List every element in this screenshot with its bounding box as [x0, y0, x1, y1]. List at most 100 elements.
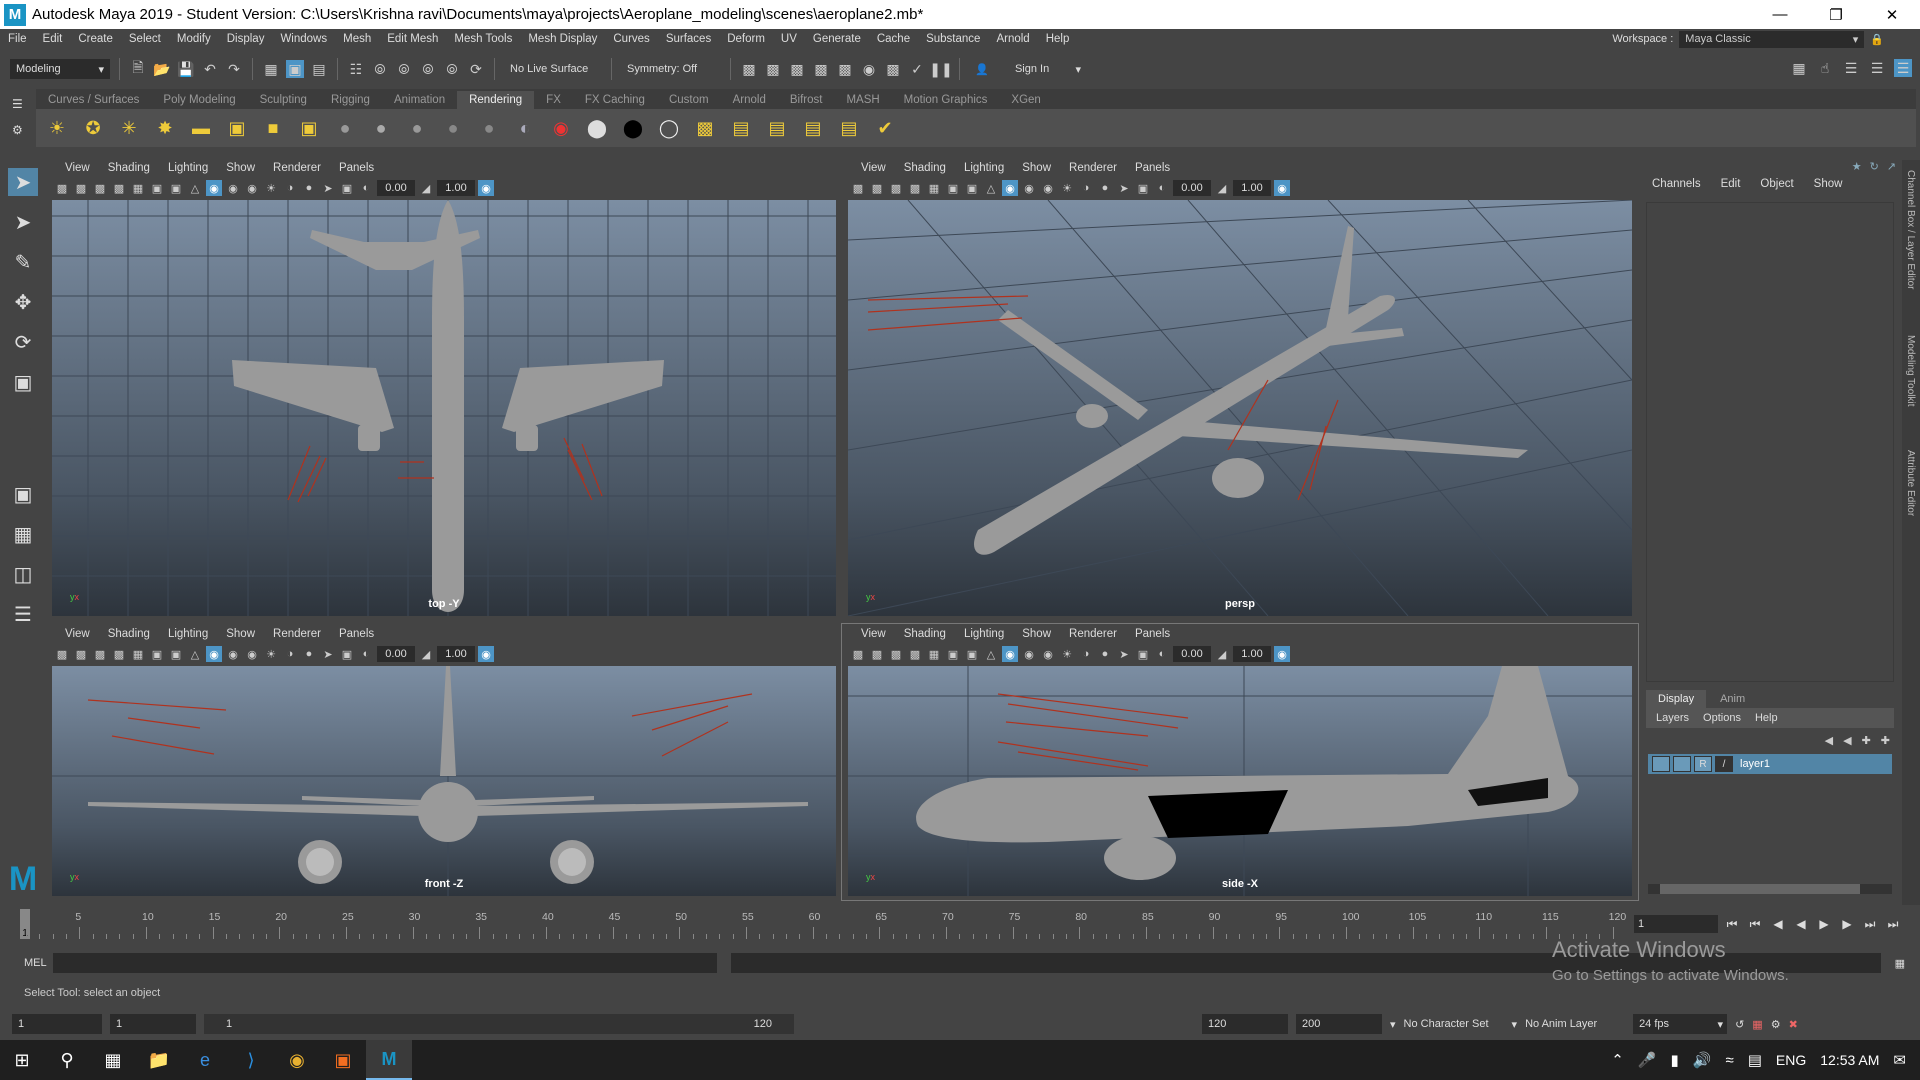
gamma-field[interactable]: 1.00: [1233, 180, 1271, 196]
shelf-tab-fx-caching[interactable]: FX Caching: [573, 91, 657, 109]
tab-display[interactable]: Display: [1646, 690, 1707, 708]
task-view-icon[interactable]: ▦: [90, 1040, 136, 1080]
xampp-icon[interactable]: ▣: [320, 1040, 366, 1080]
exposure-icon[interactable]: ◐: [358, 646, 374, 662]
workspace-dropdown[interactable]: Maya Classic ▾: [1679, 30, 1865, 48]
layered-material-icon[interactable]: ●: [476, 115, 502, 141]
menu-layers[interactable]: Layers: [1656, 712, 1689, 724]
two-pane-layout-icon[interactable]: ◫: [8, 560, 38, 588]
color-management-icon[interactable]: ◉: [1274, 180, 1290, 196]
move-layer-down-icon[interactable]: ◀: [1843, 734, 1851, 747]
menu-mesh[interactable]: Mesh: [335, 33, 379, 45]
snap-view-icon[interactable]: ⦾: [419, 60, 437, 78]
shelf-tab-fx[interactable]: FX: [534, 91, 573, 109]
viewport-canvas[interactable]: yx front -Z: [52, 666, 836, 896]
panel-menu-renderer[interactable]: Renderer: [264, 628, 330, 640]
isolate-select-icon[interactable]: ➤: [1116, 180, 1132, 196]
volume-light-icon[interactable]: ▣: [224, 115, 250, 141]
new-layer-icon[interactable]: ✚: [1862, 734, 1871, 747]
menu-modify[interactable]: Modify: [169, 33, 219, 45]
tab-anim[interactable]: Anim: [1708, 690, 1757, 708]
render-settings-shelf-icon[interactable]: ▤: [728, 115, 754, 141]
panel-menu-view[interactable]: View: [852, 162, 895, 174]
chevron-down-icon[interactable]: ▾: [1390, 1018, 1396, 1031]
edge-browser-icon[interactable]: e: [182, 1040, 228, 1080]
exposure-field[interactable]: 0.00: [1173, 646, 1211, 662]
gamma-icon[interactable]: ◢: [418, 180, 434, 196]
ipr-render-icon[interactable]: ▩: [812, 60, 830, 78]
windows-start-icon[interactable]: ⊞: [0, 1040, 44, 1080]
panel-menu-lighting[interactable]: Lighting: [955, 162, 1013, 174]
side-tab-modeling-toolkit[interactable]: Modeling Toolkit: [1905, 335, 1916, 407]
anim-prefs-icon[interactable]: ⚙: [1771, 1018, 1781, 1031]
image-plane-icon[interactable]: ▩: [111, 180, 127, 196]
menu-mesh-display[interactable]: Mesh Display: [520, 33, 605, 45]
panel-menu-panels[interactable]: Panels: [330, 628, 383, 640]
menu-icon[interactable]: ☰: [12, 97, 36, 111]
image-plane-icon[interactable]: ▩: [907, 180, 923, 196]
panel-menu-renderer[interactable]: Renderer: [1060, 628, 1126, 640]
render-layer-icon[interactable]: ▤: [836, 115, 862, 141]
ambient-occlusion-icon[interactable]: ●: [301, 180, 317, 196]
menu-help[interactable]: Help: [1755, 712, 1778, 724]
script-editor-icon[interactable]: ▦: [1895, 957, 1905, 970]
play-forwards-icon[interactable]: ▶: [1815, 915, 1833, 933]
hypershade-shelf-icon[interactable]: ▤: [764, 115, 790, 141]
layer-visibility-toggle[interactable]: [1652, 756, 1670, 772]
shading-map-icon[interactable]: ◯: [656, 115, 682, 141]
menu-substance[interactable]: Substance: [918, 33, 988, 45]
bookmark-icon[interactable]: ▩: [888, 180, 904, 196]
fps-dropdown[interactable]: 24 fps ▾: [1633, 1014, 1728, 1034]
go-to-end-icon[interactable]: ⏭: [1884, 915, 1902, 933]
paint-select-tool-icon[interactable]: ✎: [8, 248, 38, 276]
start-time-field[interactable]: 1: [12, 1014, 102, 1034]
menu-surfaces[interactable]: Surfaces: [658, 33, 719, 45]
xray-icon[interactable]: ▣: [339, 646, 355, 662]
command-language[interactable]: MEL: [24, 957, 47, 969]
chevron-up-icon[interactable]: ⌃: [1611, 1051, 1624, 1069]
show-hide-icon[interactable]: ★: [1852, 160, 1862, 173]
gamma-icon[interactable]: ◢: [1214, 646, 1230, 662]
lasso-tool-icon[interactable]: ➤: [8, 208, 38, 236]
wireframe-icon[interactable]: △: [983, 646, 999, 662]
panel-menu-panels[interactable]: Panels: [330, 162, 383, 174]
float-icon[interactable]: ↗: [1887, 160, 1896, 173]
point-light-icon[interactable]: ✳: [116, 115, 142, 141]
menu-display[interactable]: Display: [219, 33, 273, 45]
smooth-shade-icon[interactable]: ◉: [1002, 646, 1018, 662]
panel-menu-show[interactable]: Show: [1013, 628, 1060, 640]
isolate-select-icon[interactable]: ➤: [320, 646, 336, 662]
refresh-icon[interactable]: ↻: [1870, 160, 1879, 173]
image-plane-icon[interactable]: ▩: [111, 646, 127, 662]
minimize-icon[interactable]: —: [1752, 0, 1808, 29]
color-management-icon[interactable]: ◉: [1274, 646, 1290, 662]
shadows-icon[interactable]: ◑: [282, 646, 298, 662]
notifications-icon[interactable]: ✉: [1893, 1051, 1906, 1069]
four-view-layout-icon[interactable]: ▦: [8, 520, 38, 548]
camera-attributes-icon[interactable]: ▩: [869, 180, 885, 196]
wifi-icon[interactable]: ≈: [1726, 1052, 1734, 1069]
shelf-tab-rigging[interactable]: Rigging: [319, 91, 382, 109]
outliner-layout-icon[interactable]: ☰: [8, 600, 38, 628]
gamma-icon[interactable]: ◢: [418, 646, 434, 662]
exposure-icon[interactable]: ◐: [1154, 180, 1170, 196]
snap-rotate-icon[interactable]: ⟳: [467, 60, 485, 78]
film-gate-icon[interactable]: ▣: [945, 180, 961, 196]
exposure-icon[interactable]: ◐: [358, 180, 374, 196]
lights-icon[interactable]: ☀: [1059, 180, 1075, 196]
render-check-icon[interactable]: ✔: [872, 115, 898, 141]
panel-menu-shading[interactable]: Shading: [895, 162, 955, 174]
resolution-gate-icon[interactable]: ▣: [168, 180, 184, 196]
panel-menu-panels[interactable]: Panels: [1126, 162, 1179, 174]
loop-icon[interactable]: ↺: [1735, 1018, 1744, 1031]
layer-name[interactable]: layer1: [1740, 758, 1770, 770]
channel-box-icon[interactable]: ☰: [1894, 59, 1912, 77]
menu-curves[interactable]: Curves: [605, 33, 657, 45]
film-gate-icon[interactable]: ▣: [149, 180, 165, 196]
network-icon[interactable]: ▤: [1748, 1051, 1762, 1069]
wireframe-icon[interactable]: △: [187, 646, 203, 662]
step-back-key-icon[interactable]: ⏮: [1746, 915, 1764, 933]
panel-menu-panels[interactable]: Panels: [1126, 628, 1179, 640]
ambient-occlusion-icon[interactable]: ●: [1097, 180, 1113, 196]
tool-settings-icon[interactable]: ☰: [1868, 59, 1886, 77]
